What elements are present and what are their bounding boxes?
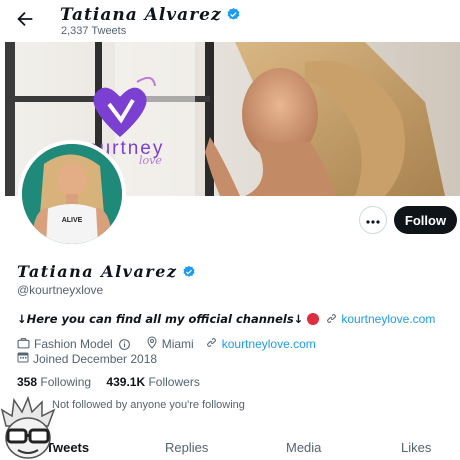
bio-text: ↓Here you can find all my official chann… [17,312,304,326]
location-pin-icon [146,336,162,352]
watermark-mascot-icon [0,395,58,460]
avatar[interactable]: ALIVE [18,140,126,248]
info-icon[interactable] [118,338,135,351]
avatar-shirt-text: ALIVE [62,217,83,224]
profile-bio: ↓Here you can find all my official chann… [17,312,435,328]
joined-item: Joined December 2018 [17,351,157,366]
following-count: 358 [17,375,38,389]
link-icon [205,336,222,352]
arrow-left-icon[interactable] [14,8,36,30]
category-item: Fashion Model [17,337,135,352]
profile-handle: @kourtneyxlove [17,283,104,297]
followers-label: Followers [148,375,200,389]
banner-logo-subtext: love [139,154,162,167]
briefcase-icon [17,337,34,352]
location-item: Miami [146,336,194,352]
location-text: Miami [161,337,194,351]
followers-stat[interactable]: 439.1K Followers [106,375,199,389]
tweet-count: 2,337 Tweets [61,25,127,37]
follow-button[interactable]: Follow [394,206,457,234]
profile-display-name: Tatiana Alvarez [17,262,196,283]
more-horizontal-icon [366,211,380,229]
following-stat[interactable]: 358 Following [17,375,91,389]
verified-badge-icon [182,264,196,283]
red-circle-icon [307,313,320,325]
verified-badge-icon [226,7,241,27]
tab-replies[interactable]: Replies [165,440,208,455]
profile-meta: Fashion Model Miami kourtneylove.com [17,336,327,352]
top-bar: Tatiana Alvarez 2,337 Tweets [0,0,460,42]
followed-by-text: Not followed by anyone you're following [52,399,245,411]
following-label: Following [40,375,92,389]
bio-link[interactable]: kourtneylove.com [341,312,435,326]
link-icon [325,312,338,328]
profile-tabs: Tweets Replies Media Likes [0,436,460,460]
category-text: Fashion Model [34,337,113,351]
header-display-name: Tatiana Alvarez [60,5,241,27]
website-item: kourtneylove.com [205,336,316,352]
profile-joined: Joined December 2018 [17,351,168,366]
tab-media[interactable]: Media [286,440,321,455]
website-link[interactable]: kourtneylove.com [222,337,316,351]
joined-text: Joined December 2018 [33,351,158,366]
followers-count: 439.1K [106,375,146,389]
tab-likes[interactable]: Likes [401,440,431,455]
more-button[interactable] [359,206,387,234]
calendar-icon [17,351,33,366]
profile-stats: 358 Following 439.1K Followers [17,375,212,389]
